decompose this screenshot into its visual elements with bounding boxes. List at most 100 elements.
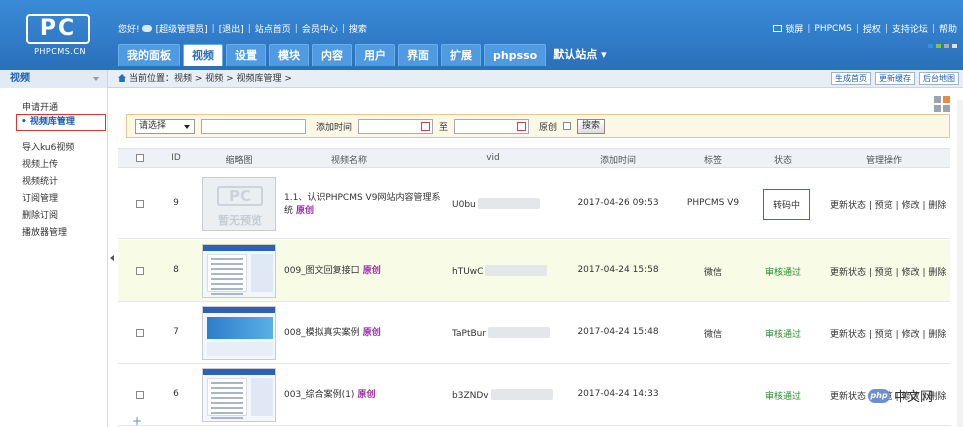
sidebar-item[interactable]: 订阅管理 — [22, 191, 58, 204]
separator: | — [866, 330, 875, 340]
separator: | — [855, 23, 859, 34]
calendar-icon[interactable] — [421, 121, 431, 131]
caret-down-icon: ▾ — [597, 48, 607, 61]
end-date-input[interactable] — [454, 118, 530, 134]
video-tag: 微信 — [703, 268, 722, 278]
update-status-link[interactable]: 更新状态 — [830, 330, 866, 340]
edit-link[interactable]: 修改 — [902, 330, 920, 340]
member-center-link[interactable]: 会员中心 — [302, 22, 338, 35]
sidebar-item[interactable]: 删除订阅 — [22, 208, 58, 221]
video-title[interactable]: 1.1、认识PHPCMS V9网站内容管理系统 原创 — [284, 192, 444, 218]
update-status-link[interactable]: 更新状态 — [830, 201, 866, 211]
row-checkbox[interactable] — [136, 391, 144, 399]
video-vid-text: hTUwC — [452, 267, 484, 277]
video-thumbnail[interactable] — [202, 368, 276, 422]
vid-redacted — [485, 265, 548, 276]
sidebar-heading-label: 视频 — [10, 73, 30, 84]
update-status-link[interactable]: 更新状态 — [830, 392, 866, 402]
video-thumbnail[interactable]: PC 暂无预览 — [202, 177, 276, 231]
video-status: 审核通过 — [764, 330, 801, 340]
table-row: 8 009_图文回复接口 原创 hTUwC 2017-04-24 15:58 微信 审核通过… — [118, 240, 950, 302]
original-checkbox[interactable] — [563, 122, 572, 130]
admin-map-button[interactable]: 后台地图 — [919, 72, 959, 85]
sidebar-item[interactable]: 播放器管理 — [22, 225, 67, 238]
nav-tab[interactable]: 界面 — [398, 44, 438, 66]
collapse-sidebar-icon[interactable] — [110, 255, 114, 261]
delete-link[interactable]: 删除 — [928, 330, 946, 340]
top-right-links: 锁屏 | PHPCMS | 授权 | 支持论坛 | 帮助 — [773, 22, 957, 35]
breadcrumb: 当前位置：视频 > 视频 > 视频库管理 > — [118, 70, 292, 88]
license-link[interactable]: 授权 — [863, 22, 881, 35]
video-thumbnail[interactable] — [202, 306, 276, 360]
skin-gray-swatch[interactable] — [944, 44, 949, 48]
greeting: 您好! — [118, 25, 140, 35]
nav-tab[interactable]: 内容 — [312, 44, 352, 66]
search-form: 请选择 添加时间 至 原创 搜索 — [126, 114, 950, 138]
sidebar-item[interactable]: 导入ku6视频 — [22, 140, 74, 153]
add-icon[interactable]: + — [132, 414, 142, 427]
generate-home-button[interactable]: 生成首页 — [831, 72, 871, 85]
select-all-checkbox[interactable] — [136, 154, 144, 162]
edit-link[interactable]: 修改 — [902, 201, 920, 211]
sidebar-heading[interactable]: 视频 — [0, 70, 108, 88]
update-status-link[interactable]: 更新状态 — [830, 268, 866, 278]
video-add-time: 2017-04-24 15:58 — [577, 265, 659, 275]
site-selector[interactable]: 默认站点 ▾ — [549, 44, 610, 66]
sidebar-item[interactable]: 视频统计 — [22, 174, 58, 187]
preview-link[interactable]: 预览 — [875, 201, 893, 211]
separator: | — [866, 268, 875, 278]
phpcms-logo[interactable]: PC PHPCMS.CN — [20, 14, 100, 60]
row-checkbox[interactable] — [136, 267, 144, 275]
video-vid-text: TaPtBur — [452, 329, 487, 339]
sidebar-item[interactable]: 申请开通 — [22, 100, 58, 113]
sidebar-item[interactable]: 视频上传 — [22, 157, 58, 170]
calendar-icon[interactable] — [517, 121, 527, 131]
skin-green-swatch[interactable] — [936, 44, 941, 48]
video-title-text: 003_综合案例(1) — [284, 390, 355, 400]
update-cache-button[interactable]: 更新缓存 — [875, 72, 915, 85]
row-checkbox[interactable] — [136, 200, 144, 208]
category-select[interactable]: 请选择 — [135, 118, 195, 134]
no-preview-text: 暂无预览 — [218, 214, 262, 227]
user-role[interactable]: [超级管理员] — [156, 22, 208, 35]
video-title[interactable]: 003_综合案例(1) 原创 — [284, 389, 444, 402]
screenshot-pane — [207, 378, 247, 419]
lock-screen-link[interactable]: 锁屏 — [785, 22, 803, 35]
video-vid-text: b3ZNDv — [452, 391, 489, 401]
video-title[interactable]: 009_图文回复接口 原创 — [284, 265, 444, 278]
grid-view-icon[interactable] — [934, 96, 950, 112]
row-checkbox[interactable] — [136, 329, 144, 337]
nav-tab[interactable]: 扩展 — [441, 44, 481, 66]
sidebar-item[interactable]: • 视频库管理 — [16, 114, 106, 131]
skin-white-swatch[interactable] — [952, 44, 957, 48]
logout-link[interactable]: [退出] — [219, 22, 244, 35]
original-label: 原创 — [539, 122, 558, 133]
nav-tab[interactable]: 视频 — [183, 44, 223, 66]
nav-tab[interactable]: 用户 — [355, 44, 395, 66]
search-button[interactable]: 搜索 — [577, 118, 606, 134]
search-link[interactable]: 搜索 — [349, 22, 367, 35]
delete-link[interactable]: 删除 — [928, 201, 946, 211]
preview-link[interactable]: 预览 — [875, 330, 893, 340]
video-title[interactable]: 008_模拟真实案例 原创 — [284, 327, 444, 340]
help-link[interactable]: 帮助 — [939, 22, 957, 35]
delete-link[interactable]: 删除 — [928, 268, 946, 278]
edit-link[interactable]: 修改 — [902, 268, 920, 278]
video-thumbnail[interactable] — [202, 244, 276, 298]
site-home-link[interactable]: 站点首页 — [255, 22, 291, 35]
nav-tab[interactable]: 设置 — [226, 44, 266, 66]
support-forum-link[interactable]: 支持论坛 — [892, 22, 928, 35]
scrollbar[interactable] — [957, 100, 963, 427]
preview-link[interactable]: 预览 — [875, 268, 893, 278]
nav-tab[interactable]: phpsso — [484, 44, 547, 66]
screenshot-side — [251, 254, 273, 292]
skin-blue-swatch[interactable] — [928, 44, 933, 48]
nav-tab[interactable]: 我的面板 — [118, 44, 180, 66]
nav-tab[interactable]: 模块 — [269, 44, 309, 66]
quick-buttons: 生成首页 更新缓存 后台地图 — [831, 72, 959, 85]
video-vid: TaPtBur — [452, 327, 551, 339]
start-date-input[interactable] — [358, 118, 434, 134]
keyword-input[interactable] — [201, 118, 306, 134]
phpcms-link[interactable]: PHPCMS — [814, 24, 851, 34]
video-vid: U0bu — [452, 198, 540, 210]
